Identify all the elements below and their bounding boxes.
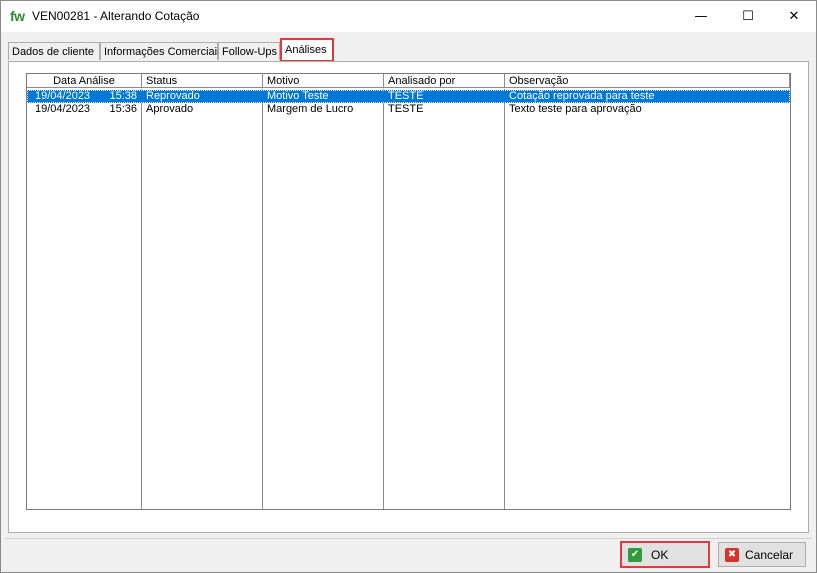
cell-status: Reprovado <box>146 90 200 102</box>
cell-observacao: Texto teste para aprovação <box>509 103 642 115</box>
tab-informacoes-comerciais[interactable]: Informações Comerciais <box>100 42 223 60</box>
cell-observacao: Cotação reprovada para teste <box>509 90 655 102</box>
maximize-icon[interactable]: ☐ <box>725 1 771 32</box>
minimize-icon[interactable]: — <box>678 1 724 32</box>
column-header-motivo[interactable]: Motivo <box>263 74 384 88</box>
ok-button-label: OK <box>651 547 669 562</box>
close-icon[interactable]: ✕ <box>771 1 817 32</box>
cancel-button-label: Cancelar <box>745 547 794 562</box>
column-divider <box>383 89 384 509</box>
cell-motivo: Motivo Teste <box>267 90 329 102</box>
column-header-data-analise[interactable]: Data Análise <box>27 74 142 88</box>
column-header-analisado-por[interactable]: Analisado por <box>384 74 505 88</box>
window-title: VEN00281 - Alterando Cotação <box>32 9 200 23</box>
table-row[interactable]: 19/04/2023 15:38 Reprovado Motivo Teste … <box>27 90 790 103</box>
analises-grid[interactable]: Data Análise Status Motivo Analisado por… <box>26 73 791 510</box>
cell-analisado-por: TESTE <box>388 103 424 115</box>
title-bar[interactable]: fw VEN00281 - Alterando Cotação — ☐ ✕ <box>1 1 816 32</box>
column-divider <box>504 89 505 509</box>
tab-dados-de-cliente[interactable]: Dados de cliente <box>8 42 100 60</box>
dialog-window: fw VEN00281 - Alterando Cotação — ☐ ✕ Da… <box>0 0 817 573</box>
app-logo-icon: fw <box>10 8 25 24</box>
cell-analisado-por: TESTE <box>388 90 424 102</box>
check-icon: ✔ <box>628 547 642 562</box>
cancel-icon: ✖ <box>725 547 739 562</box>
cancel-button[interactable]: ✖ Cancelar <box>718 542 806 567</box>
cell-hora: 15:38 <box>109 90 137 102</box>
column-divider <box>262 89 263 509</box>
column-header-status[interactable]: Status <box>142 74 263 88</box>
cell-data: 19/04/2023 <box>35 90 91 102</box>
analises-panel: Data Análise Status Motivo Analisado por… <box>8 61 809 533</box>
grid-header: Data Análise Status Motivo Analisado por… <box>27 74 790 89</box>
cell-motivo: Margem de Lucro <box>267 103 354 115</box>
column-header-observacao[interactable]: Observação <box>505 74 790 88</box>
ok-button[interactable]: ✔ OK <box>620 541 710 568</box>
cell-status: Aprovado <box>146 103 194 115</box>
cell-hora: 15:36 <box>109 103 137 115</box>
column-divider <box>141 89 142 509</box>
footer-divider <box>5 538 812 539</box>
cell-data: 19/04/2023 <box>35 103 91 115</box>
tab-follow-ups[interactable]: Follow-Ups <box>218 42 280 60</box>
tab-analises[interactable]: Análises <box>280 38 334 62</box>
table-row[interactable]: 19/04/2023 15:36 Aprovado Margem de Lucr… <box>27 103 790 116</box>
